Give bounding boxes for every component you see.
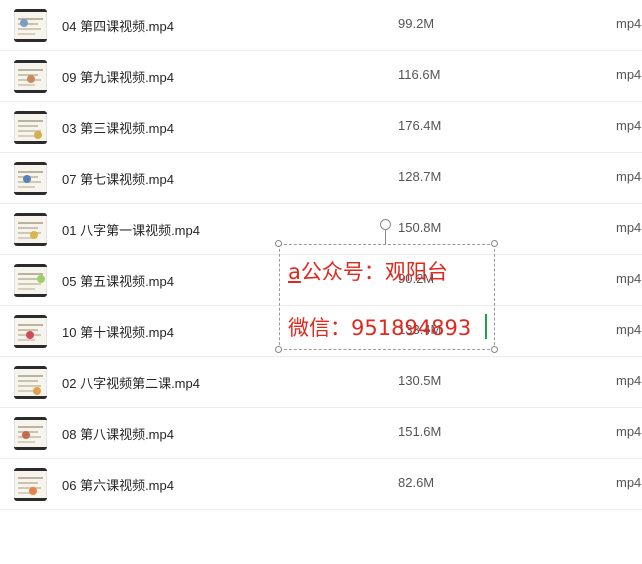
watermark-text-line1[interactable]: a公众号：观阳台 xyxy=(288,256,448,286)
file-type: mp4 xyxy=(616,271,642,286)
file-size: 82.6M xyxy=(398,475,435,490)
video-thumbnail xyxy=(14,264,47,297)
text-cursor xyxy=(485,314,487,339)
rotate-handle[interactable] xyxy=(380,219,391,230)
file-name: 10 第十课视频.mp4 xyxy=(62,325,174,340)
file-size: 150.8M xyxy=(398,220,442,235)
file-type: mp4 xyxy=(616,322,642,337)
file-size: 151.6M xyxy=(398,424,442,439)
file-name: 01 八字第一课视频.mp4 xyxy=(62,223,200,238)
file-name: 04 第四课视频.mp4 xyxy=(62,19,174,34)
file-type: mp4 xyxy=(616,118,642,133)
video-thumbnail xyxy=(14,315,47,348)
resize-handle-top-right[interactable] xyxy=(491,240,498,247)
video-thumbnail xyxy=(14,9,47,42)
file-type: mp4 xyxy=(616,16,642,31)
rotate-handle-stem xyxy=(385,230,386,244)
file-row[interactable]: 03 第三课视频.mp4 176.4M mp4 xyxy=(0,102,642,153)
file-type: mp4 xyxy=(616,67,642,82)
file-type: mp4 xyxy=(616,424,642,439)
file-row[interactable]: 08 第八课视频.mp4 151.6M mp4 xyxy=(0,408,642,459)
file-name: 05 第五课视频.mp4 xyxy=(62,274,174,289)
file-row[interactable]: 06 第六课视频.mp4 82.6M mp4 xyxy=(0,459,642,510)
file-name: 07 第七课视频.mp4 xyxy=(62,172,174,187)
file-name: 02 八字视频第二课.mp4 xyxy=(62,376,200,391)
resize-handle-top-left[interactable] xyxy=(275,240,282,247)
file-size: 116.6M xyxy=(398,67,441,82)
video-thumbnail xyxy=(14,111,47,144)
video-thumbnail xyxy=(14,213,47,246)
resize-handle-bottom-left[interactable] xyxy=(275,346,282,353)
file-name: 06 第六课视频.mp4 xyxy=(62,478,174,493)
file-row[interactable]: 07 第七课视频.mp4 128.7M mp4 xyxy=(0,153,642,204)
file-type: mp4 xyxy=(616,373,642,388)
file-name: 09 第九课视频.mp4 xyxy=(62,70,174,85)
file-name: 08 第八课视频.mp4 xyxy=(62,427,174,442)
file-type: mp4 xyxy=(616,220,642,235)
file-row[interactable]: 09 第九课视频.mp4 116.6M mp4 xyxy=(0,51,642,102)
file-size: 128.7M xyxy=(398,169,442,184)
file-size: 130.5M xyxy=(398,373,442,388)
watermark-text-line2[interactable]: 微信：951894893 xyxy=(288,312,471,342)
video-thumbnail xyxy=(14,162,47,195)
file-row[interactable]: 04 第四课视频.mp4 99.2M mp4 xyxy=(0,0,642,51)
file-size: 99.2M xyxy=(398,16,435,31)
video-thumbnail xyxy=(14,468,47,501)
file-size: 176.4M xyxy=(398,118,442,133)
file-row[interactable]: 02 八字视频第二课.mp4 130.5M mp4 xyxy=(0,357,642,408)
watermark-prefix: a xyxy=(288,260,301,284)
watermark-account: 公众号：观阳台 xyxy=(300,260,448,284)
video-thumbnail xyxy=(14,366,47,399)
resize-handle-bottom-right[interactable] xyxy=(491,346,498,353)
file-name: 03 第三课视频.mp4 xyxy=(62,121,174,136)
file-type: mp4 xyxy=(616,169,642,184)
video-thumbnail xyxy=(14,417,47,450)
video-thumbnail xyxy=(14,60,47,93)
file-type: mp4 xyxy=(616,475,642,490)
